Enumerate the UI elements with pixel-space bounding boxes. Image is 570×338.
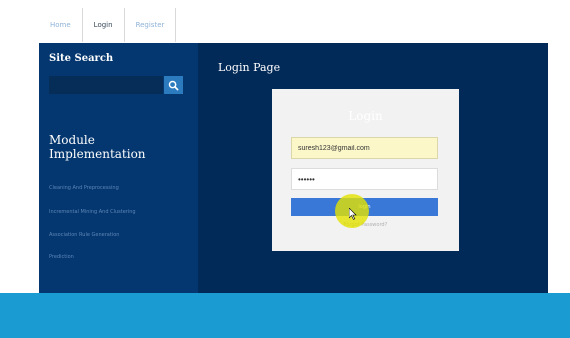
nav-tab-login[interactable]: Login	[83, 8, 125, 42]
module-heading: Module Implementation	[49, 133, 146, 161]
login-heading: Login	[348, 109, 383, 123]
sidebar-link-prediction[interactable]: Prediction	[49, 254, 74, 260]
sidebar-link-association-rules[interactable]: Association Rule Generation	[49, 232, 119, 238]
main-panel: Login Page Login login Forgot Password?	[198, 43, 548, 293]
forgot-password-link[interactable]: Forgot Password?	[272, 222, 459, 228]
sidebar-link-incremental-mining[interactable]: Incremental Mining And Clustering	[49, 209, 136, 215]
top-nav: Home Login Register	[39, 8, 177, 42]
login-box: Login login Forgot Password?	[272, 89, 459, 251]
mouse-cursor-icon	[349, 208, 357, 220]
search-input[interactable]	[49, 76, 163, 94]
nav-tab-home[interactable]: Home	[39, 8, 83, 42]
site-search-title: Site Search	[49, 53, 114, 64]
page-title: Login Page	[218, 61, 281, 74]
sidebar: Site Search Module Implementation Cleani…	[39, 43, 198, 293]
email-field[interactable]	[291, 137, 438, 159]
search-icon	[168, 80, 179, 91]
footer-band	[0, 293, 570, 338]
password-field[interactable]	[291, 168, 438, 190]
search-button[interactable]	[164, 76, 183, 94]
sidebar-link-cleaning[interactable]: Cleaning And Preprocessing	[49, 185, 119, 191]
nav-tab-register[interactable]: Register	[125, 8, 177, 42]
